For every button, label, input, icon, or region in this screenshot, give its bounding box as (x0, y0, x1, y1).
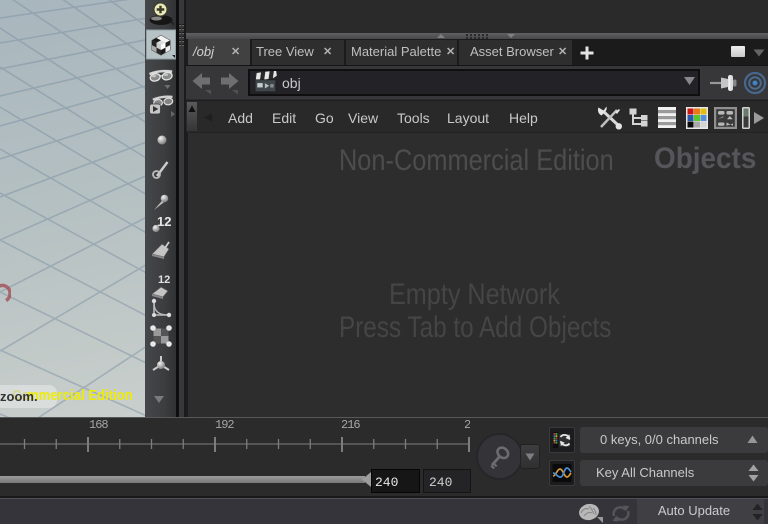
svg-text:12: 12 (158, 274, 170, 286)
svg-text:12: 12 (157, 214, 171, 229)
